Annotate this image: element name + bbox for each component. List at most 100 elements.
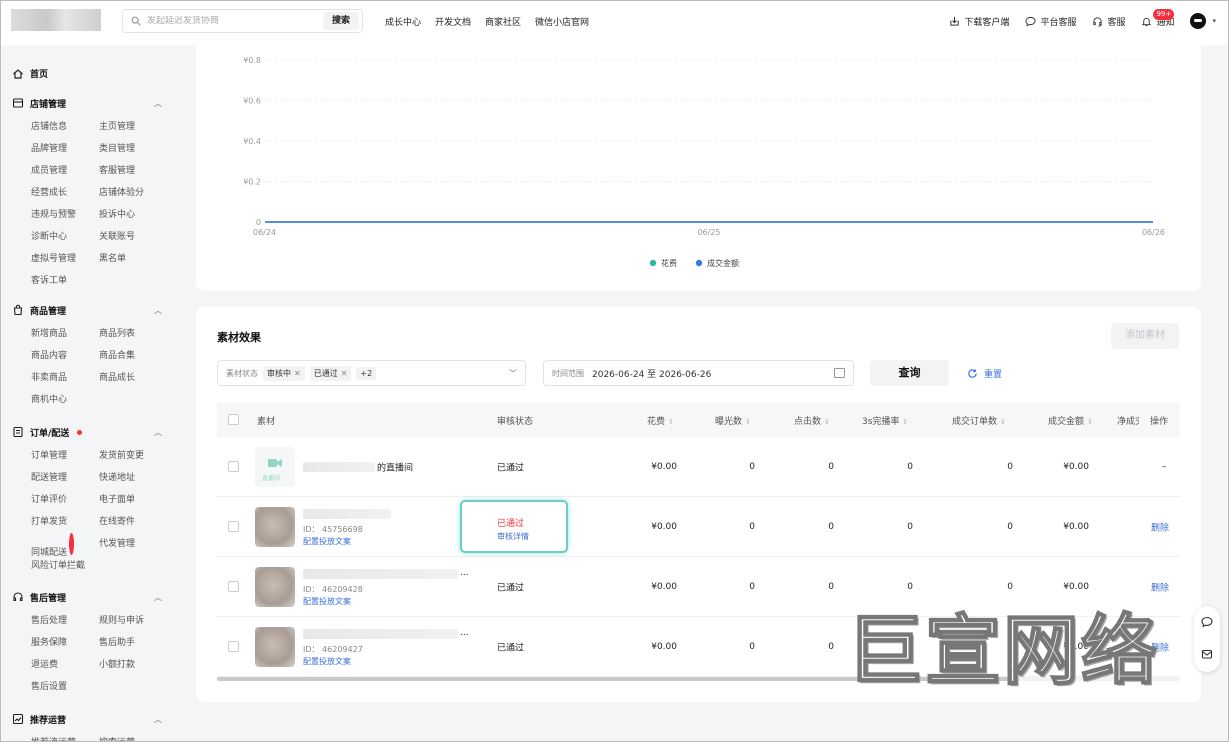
group-head-recommend[interactable]: 推荐运营 ︿ (12, 712, 162, 726)
sidebar-item[interactable]: 成员管理 (31, 160, 99, 182)
sidebar-item[interactable]: 诊断中心 (31, 226, 99, 248)
sidebar-item[interactable]: 售后处理 (31, 610, 99, 632)
select-all-checkbox[interactable] (228, 414, 239, 425)
brand-logo[interactable] (11, 9, 101, 31)
sidebar-item[interactable]: 投诉中心 (99, 204, 167, 226)
sidebar-item[interactable]: 发货前变更 (99, 445, 167, 467)
search-bar: 搜索 (122, 9, 363, 33)
col-amount[interactable]: 成交金额 ⇕ (1048, 414, 1093, 427)
edit-copy-link[interactable]: 配置投放文案 (303, 536, 351, 547)
sidebar-item[interactable]: 店铺信息 (31, 116, 99, 138)
sidebar-item[interactable]: 主页管理 (99, 116, 167, 138)
filter-tag-approved[interactable]: 已通过 ✕ (309, 365, 352, 381)
col-3s-rate[interactable]: 3s完播率 ⇕ (862, 414, 908, 427)
sidebar-item[interactable]: 违规与预警 (31, 204, 99, 226)
sidebar-item[interactable]: 商品成长 (99, 367, 167, 389)
sidebar-item-home[interactable]: 首页 (12, 67, 48, 80)
notice-button[interactable]: 通知 99+ (1141, 8, 1174, 28)
group-head-product[interactable]: 商品管理 ︿ (12, 303, 162, 317)
sidebar-item[interactable]: 商品合集 (99, 345, 167, 367)
nav-official-site[interactable]: 微信小店官网 (535, 15, 589, 28)
material-name: 的直播间 (377, 463, 414, 473)
edit-copy-link[interactable]: 配置投放文案 (303, 596, 351, 607)
sidebar-item[interactable]: 黑名单 (99, 248, 167, 270)
sidebar-item[interactable]: 同城配送 (31, 533, 99, 558)
nav-merchant-community[interactable]: 商家社区 (485, 15, 521, 28)
delete-button[interactable]: 删除 (1151, 520, 1169, 533)
sidebar-item[interactable]: 售后设置 (31, 676, 99, 698)
chevron-up-icon: ︿ (154, 98, 162, 108)
edit-copy-link[interactable]: 配置投放文案 (303, 656, 351, 667)
delete-button[interactable]: 删除 (1151, 580, 1169, 593)
nav-dev-docs[interactable]: 开发文档 (435, 15, 471, 28)
nav-growth-center[interactable]: 成长中心 (385, 15, 421, 28)
sidebar-item[interactable]: 推荐流运营 (31, 732, 99, 741)
sidebar-item[interactable]: 小额打款 (99, 654, 167, 676)
sidebar-item[interactable]: 关联账号 (99, 226, 167, 248)
col-exposure[interactable]: 曝光数 ⇕ (715, 414, 751, 427)
time-range-filter[interactable]: 时间范围 2026-06-24 至 2026-06-26 (543, 360, 854, 386)
col-cost[interactable]: 花费 ⇕ (647, 414, 674, 427)
sidebar-item[interactable]: 新增商品 (31, 323, 99, 345)
sidebar-item[interactable]: 客诉工单 (31, 270, 99, 292)
legend-label[interactable]: 成交金额 (707, 258, 739, 268)
sidebar-item[interactable]: 规则与申诉 (99, 610, 167, 632)
filter-tag-more[interactable]: +2 (356, 366, 377, 380)
sidebar-item[interactable]: 电子面单 (99, 489, 167, 511)
sidebar-item[interactable]: 订单评价 (31, 489, 99, 511)
sidebar-item[interactable]: 虚拟号管理 (31, 248, 99, 270)
chat-bubble-icon[interactable] (1201, 616, 1213, 628)
sidebar-item[interactable]: 商机中心 (31, 389, 99, 411)
sidebar-item[interactable]: 经营成长 (31, 182, 99, 204)
review-detail-link[interactable]: 审核详情 (497, 531, 529, 542)
sidebar-item[interactable]: 售后助手 (99, 632, 167, 654)
close-icon[interactable]: ✕ (341, 369, 348, 378)
mail-icon[interactable] (1201, 648, 1213, 660)
sidebar-item[interactable]: 商品内容 (31, 345, 99, 367)
col-clicks[interactable]: 点击数 ⇕ (794, 414, 830, 427)
sidebar-item[interactable]: 搜索运营 (99, 732, 167, 741)
sidebar-item[interactable]: 类目管理 (99, 138, 167, 160)
platform-service-button[interactable]: 平台客服 (1025, 15, 1076, 28)
sidebar-item[interactable]: 打单发货 (31, 511, 99, 533)
cell-exposure: 0 (749, 521, 755, 532)
search-input[interactable] (147, 16, 323, 26)
date-range-value: 2026-06-24 至 2026-06-26 (592, 369, 712, 380)
add-material-button[interactable]: 添加素材 (1111, 323, 1179, 349)
sidebar-item[interactable]: 代发管理 (99, 533, 167, 555)
group-head-aftersale[interactable]: 售后管理 ︿ (12, 590, 162, 604)
download-client-button[interactable]: 下载客户端 (949, 15, 1009, 28)
group-head-orders[interactable]: 订单/配送 ︿ (12, 425, 162, 439)
material-status-filter[interactable]: 素材状态 审核中 ✕ 已通过 ✕ +2 ﹀ (217, 360, 526, 386)
sidebar-item[interactable]: 客服管理 (99, 160, 167, 182)
sidebar-item[interactable]: 服务保障 (31, 632, 99, 654)
row-checkbox[interactable] (228, 581, 239, 592)
row-checkbox[interactable] (228, 641, 239, 652)
account-menu[interactable]: ▾ (1190, 13, 1216, 29)
row-checkbox[interactable] (228, 521, 239, 532)
group-head-store[interactable]: 店铺管理 ︿ (12, 96, 162, 110)
search-button[interactable]: 搜索 (322, 12, 359, 30)
reset-button[interactable]: 重置 (967, 367, 1002, 380)
service-button[interactable]: 客服 (1092, 15, 1125, 28)
review-status-highlight[interactable]: 已通过 审核详情 (460, 500, 568, 553)
filter-tag-reviewing[interactable]: 审核中 ✕ (263, 365, 305, 381)
col-label: 曝光数 (715, 417, 743, 427)
col-orders[interactable]: 成交订单数 ⇕ (952, 414, 1006, 427)
legend-label[interactable]: 花费 (661, 258, 677, 268)
chat-bubble-icon (1025, 16, 1036, 26)
cell-clicks: 0 (828, 461, 834, 472)
sidebar-item[interactable]: 品牌管理 (31, 138, 99, 160)
sidebar-item[interactable]: 订单管理 (31, 445, 99, 467)
sidebar-item[interactable]: 快递地址 (99, 467, 167, 489)
sidebar-item[interactable]: 风险订单拦截 (31, 555, 99, 577)
sidebar-item[interactable]: 非卖商品 (31, 367, 99, 389)
query-button[interactable]: 查询 (870, 360, 949, 386)
row-checkbox[interactable] (228, 461, 239, 472)
sidebar-item[interactable]: 商品列表 (99, 323, 167, 345)
sidebar-item[interactable]: 店铺体验分 (99, 182, 167, 204)
sidebar-item[interactable]: 配送管理 (31, 467, 99, 489)
sidebar-item[interactable]: 退运费 (31, 654, 99, 676)
sidebar-item[interactable]: 在线寄件 (99, 511, 167, 533)
close-icon[interactable]: ✕ (294, 369, 301, 378)
